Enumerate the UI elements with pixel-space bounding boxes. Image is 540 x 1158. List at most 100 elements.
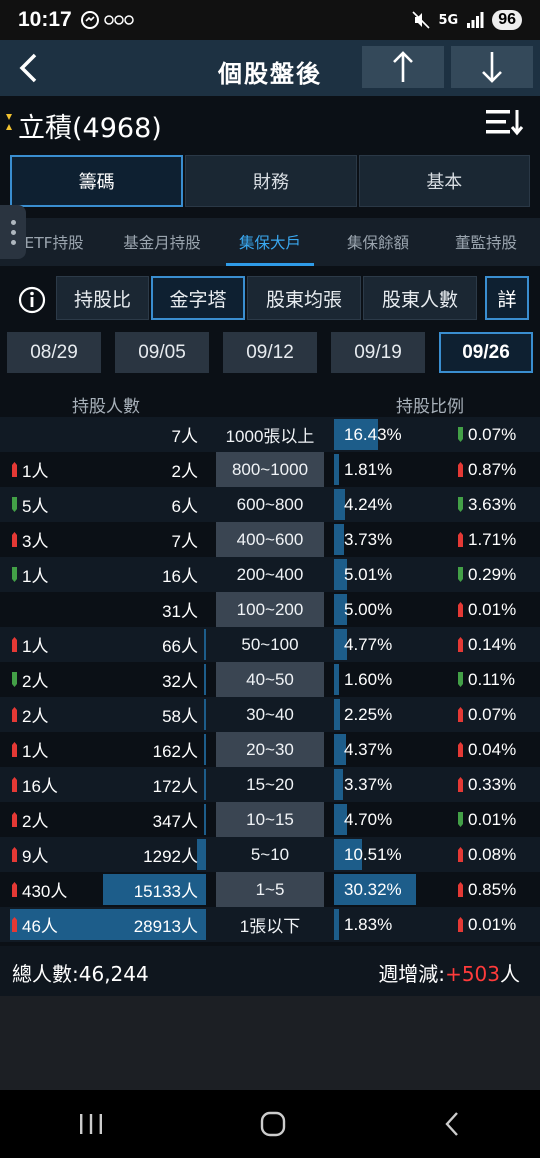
ratio-change: 0.33%: [458, 767, 540, 802]
holding-ratio: 10.51%: [344, 844, 402, 864]
total-holders: 總人數:46,244: [12, 958, 149, 987]
sort-list-icon[interactable]: [486, 108, 524, 136]
table-row[interactable]: 1人 2人 800~1000 1.81% 0.87%: [0, 452, 540, 487]
arrow-down-green-icon: [458, 672, 463, 687]
weekly-change-value: +503: [445, 962, 500, 986]
subtab-depository-balance[interactable]: 集保餘額: [324, 218, 432, 266]
holder-change: 1人: [12, 627, 102, 662]
side-drawer-handle[interactable]: [0, 205, 26, 259]
messenger-icon: [80, 11, 99, 29]
summary-bar: 總人數:46,244 週增減:+503人: [0, 946, 540, 996]
holding-ratio: 1.60%: [344, 669, 393, 689]
ratio-change: 0.04%: [458, 732, 540, 767]
holder-change-value: 2人: [22, 707, 49, 726]
table-row[interactable]: 2人 347人 10~15 4.70% 0.01%: [0, 802, 540, 837]
date-0926[interactable]: 09/26: [439, 332, 533, 373]
holder-change-value: 1人: [22, 567, 49, 586]
system-nav-bar: [0, 1090, 540, 1158]
previous-stock-button[interactable]: [362, 46, 444, 88]
arrow-down-green-icon: [458, 427, 463, 442]
holder-change: 3人: [12, 522, 102, 557]
holder-change: 1人: [12, 452, 102, 487]
ratio-change-value: 0.08%: [468, 844, 517, 864]
holder-change-value: 1人: [22, 462, 49, 481]
ratio-change: 0.29%: [458, 557, 540, 592]
holding-range: 1~5: [255, 879, 285, 899]
back-nav-icon[interactable]: [442, 1111, 462, 1137]
holding-ratio: 4.77%: [344, 634, 393, 654]
table-row[interactable]: 31人 100~200 5.00% 0.01%: [0, 592, 540, 627]
arrow-up-red-icon: [458, 847, 463, 862]
arrow-down-green-icon: [458, 497, 463, 512]
filter-holder-count[interactable]: 股東人數: [363, 276, 477, 320]
table-row[interactable]: 3人 7人 400~600 3.73% 1.71%: [0, 522, 540, 557]
ratio-change: 3.63%: [458, 487, 540, 522]
holder-change-value: 1人: [22, 742, 49, 761]
ratio-change-value: 0.87%: [468, 459, 517, 479]
arrow-up-red-icon: [458, 532, 463, 547]
date-0829[interactable]: 08/29: [7, 332, 101, 373]
arrow-up-red-icon: [12, 742, 17, 757]
battery-level: 96: [492, 10, 522, 30]
table-row[interactable]: 16人 172人 15~20 3.37% 0.33%: [0, 767, 540, 802]
holder-change: 5人: [12, 487, 102, 522]
ratio-change-value: 0.01%: [468, 599, 517, 619]
tab-chips[interactable]: 籌碼: [10, 155, 184, 207]
table-row[interactable]: 9人 1292人 5~10 10.51% 0.08%: [0, 837, 540, 872]
table-row[interactable]: 46人 28913人 1張以下 1.83% 0.01%: [0, 907, 540, 942]
holder-change-value: 1人: [22, 637, 49, 656]
ratio-change-value: 0.11%: [468, 669, 515, 689]
arrow-down-green-icon: [12, 567, 17, 582]
holding-range: 10~15: [246, 809, 294, 829]
filter-pyramid[interactable]: 金字塔: [151, 276, 245, 320]
stock-name: 立積(4968): [18, 113, 162, 144]
holder-change: [12, 417, 102, 452]
holders-bar: [204, 734, 206, 765]
table-row[interactable]: 7人 1000張以上 16.43% 0.07%: [0, 417, 540, 452]
table-row[interactable]: 1人 66人 50~100 4.77% 0.14%: [0, 627, 540, 662]
holding-ratio: 3.73%: [344, 529, 393, 549]
filter-avg-lots[interactable]: 股東均張: [247, 276, 361, 320]
holder-count: 7人: [171, 532, 198, 551]
status-time: 10:17: [18, 8, 72, 31]
holding-ratio: 4.37%: [344, 739, 393, 759]
table-row[interactable]: 2人 58人 30~40 2.25% 0.07%: [0, 697, 540, 732]
weekly-change-label: 週增減:: [378, 962, 446, 986]
tab-finance[interactable]: 財務: [185, 155, 357, 207]
arrow-down-green-icon: [12, 672, 17, 687]
tab-basic[interactable]: 基本: [358, 155, 530, 207]
arrow-up-red-icon: [12, 847, 17, 862]
status-bar: 10:17 5G 96: [0, 0, 540, 40]
date-0905[interactable]: 09/05: [115, 332, 209, 373]
date-selector: 08/29 09/05 09/12 09/19 09/26: [0, 332, 540, 374]
arrow-up-red-icon: [12, 462, 17, 477]
recent-apps-icon[interactable]: [78, 1113, 104, 1135]
holding-range: 1張以下: [239, 917, 301, 936]
app-root: 10:17 5G 96 個股盤後 立積(4968) 籌碼 財務 基本 ETF持股…: [0, 0, 540, 1158]
table-row[interactable]: 2人 32人 40~50 1.60% 0.11%: [0, 662, 540, 697]
table-row[interactable]: 1人 162人 20~30 4.37% 0.04%: [0, 732, 540, 767]
date-0912[interactable]: 09/12: [223, 332, 317, 373]
table-row[interactable]: 430人 15133人 1~5 30.32% 0.85%: [0, 872, 540, 907]
ratio-change: 0.85%: [458, 872, 540, 907]
table-row[interactable]: 5人 6人 600~800 4.24% 3.63%: [0, 487, 540, 522]
holder-change: 46人: [12, 907, 102, 942]
arrow-up-red-icon: [458, 777, 463, 792]
ratio-change: 0.01%: [458, 802, 540, 837]
detail-button[interactable]: 詳: [485, 276, 529, 320]
holder-count: 2人: [171, 462, 198, 481]
info-icon[interactable]: [18, 286, 46, 314]
date-0919[interactable]: 09/19: [331, 332, 425, 373]
filter-holding-ratio[interactable]: 持股比: [56, 276, 149, 320]
main-tabs: 籌碼 財務 基本: [10, 155, 530, 207]
holder-count: 66人: [162, 637, 198, 656]
ratio-change-value: 0.14%: [468, 634, 517, 654]
subtab-director-holdings[interactable]: 董監持股: [432, 218, 540, 266]
arrow-up-red-icon: [458, 462, 463, 477]
home-icon[interactable]: [260, 1111, 286, 1137]
subtab-major-holders[interactable]: 集保大戶: [216, 218, 324, 266]
ratio-change-value: 0.29%: [468, 564, 517, 584]
subtab-fund-monthly[interactable]: 基金月持股: [108, 218, 216, 266]
table-row[interactable]: 1人 16人 200~400 5.01% 0.29%: [0, 557, 540, 592]
next-stock-button[interactable]: [451, 46, 533, 88]
